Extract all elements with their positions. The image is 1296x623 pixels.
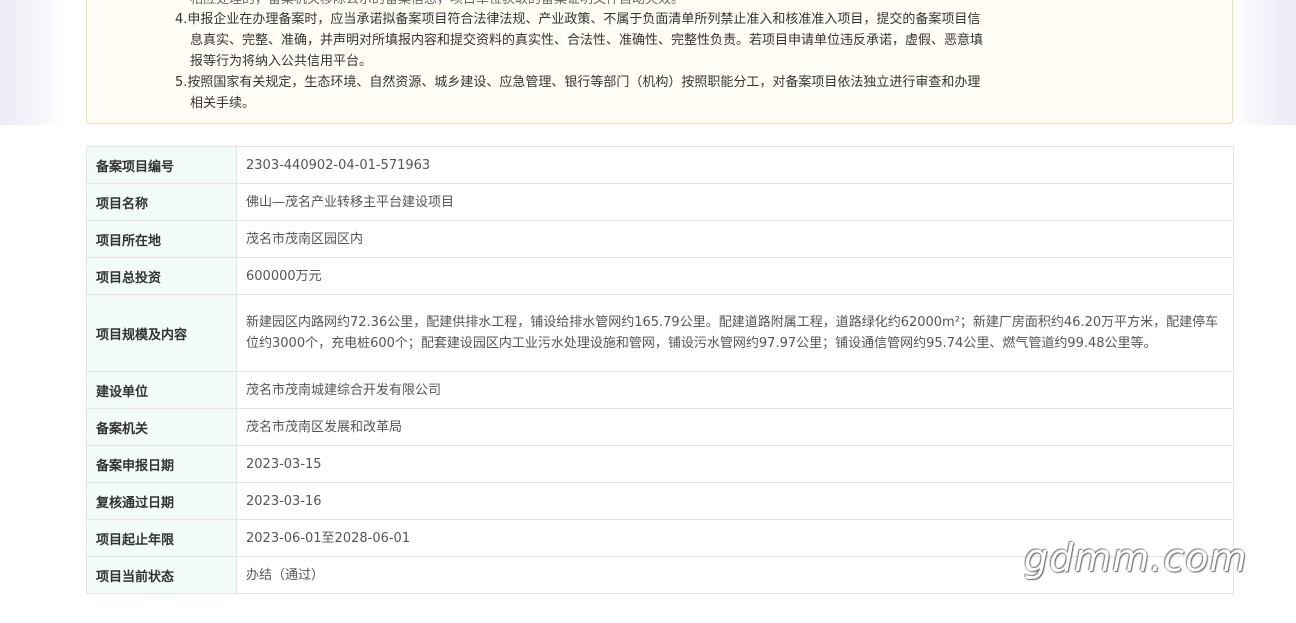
row-label-filing-number: 备案项目编号 [86, 146, 237, 184]
notice-item-4-line-2: 息真实、完整、准确，并声明对所填报内容和提交资料的真实性、合法性、准确性、完整性… [190, 33, 984, 48]
table-row: 备案机关 茂名市茂南区发展和改革局 [86, 408, 1234, 446]
row-value-location: 茂名市茂南区园区内 [236, 220, 1234, 258]
row-label-review-date: 复核通过日期 [86, 482, 237, 520]
project-info-table: 备案项目编号 2303-440902-04-01-571963 项目名称 佛山—… [86, 146, 1234, 594]
notice-line-continued: 相应处理的，备案机关移除公示的备案信息，项目单位获取的备案证明文件自动失效。 [190, 0, 684, 10]
row-label-filing-authority: 备案机关 [86, 408, 237, 446]
row-value-scale-content: 新建园区内路网约72.36公里，配建供排水工程，铺设给排水管网约165.79公里… [236, 294, 1234, 372]
right-background-panel [1234, 0, 1296, 125]
row-label-construction-unit: 建设单位 [86, 371, 237, 409]
notice-item-4: 4.申报企业在办理备案时，应当承诺拟备案项目符合法律法规、产业政策、不属于负面清… [175, 12, 981, 27]
left-background-panel [0, 0, 62, 125]
notice-item-5: 5.按照国家有关规定，生态环境、自然资源、城乡建设、应急管理、银行等部门（机构）… [175, 75, 981, 90]
row-label-project-period: 项目起止年限 [86, 519, 237, 557]
row-value-filing-number: 2303-440902-04-01-571963 [236, 146, 1234, 184]
row-label-location: 项目所在地 [86, 220, 237, 258]
row-value-project-name: 佛山—茂名产业转移主平台建设项目 [236, 183, 1234, 221]
row-value-application-date: 2023-03-15 [236, 445, 1234, 483]
row-label-total-investment: 项目总投资 [86, 257, 237, 295]
row-label-project-name: 项目名称 [86, 183, 237, 221]
row-label-application-date: 备案申报日期 [86, 445, 237, 483]
table-row: 项目总投资 600000万元 [86, 257, 1234, 295]
row-label-current-status: 项目当前状态 [86, 556, 237, 594]
table-row: 项目规模及内容 新建园区内路网约72.36公里，配建供排水工程，铺设给排水管网约… [86, 294, 1234, 372]
table-row: 建设单位 茂名市茂南城建综合开发有限公司 [86, 371, 1234, 409]
table-row: 复核通过日期 2023-03-16 [86, 482, 1234, 520]
table-row: 备案申报日期 2023-03-15 [86, 445, 1234, 483]
site-watermark: gdmm.com [1024, 536, 1248, 580]
notice-item-4-line-3: 报等行为将纳入公共信用平台。 [190, 54, 373, 69]
row-value-review-date: 2023-03-16 [236, 482, 1234, 520]
row-label-scale-content: 项目规模及内容 [86, 294, 237, 372]
row-value-filing-authority: 茂名市茂南区发展和改革局 [236, 408, 1234, 446]
table-row: 项目所在地 茂名市茂南区园区内 [86, 220, 1234, 258]
row-value-total-investment: 600000万元 [236, 257, 1234, 295]
notice-item-5-line-2: 相关手续。 [190, 96, 256, 111]
row-value-construction-unit: 茂名市茂南城建综合开发有限公司 [236, 371, 1234, 409]
filing-notice-box: 相应处理的，备案机关移除公示的备案信息，项目单位获取的备案证明文件自动失效。 4… [86, 0, 1233, 124]
table-row: 项目名称 佛山—茂名产业转移主平台建设项目 [86, 183, 1234, 221]
table-row: 备案项目编号 2303-440902-04-01-571963 [86, 146, 1234, 184]
